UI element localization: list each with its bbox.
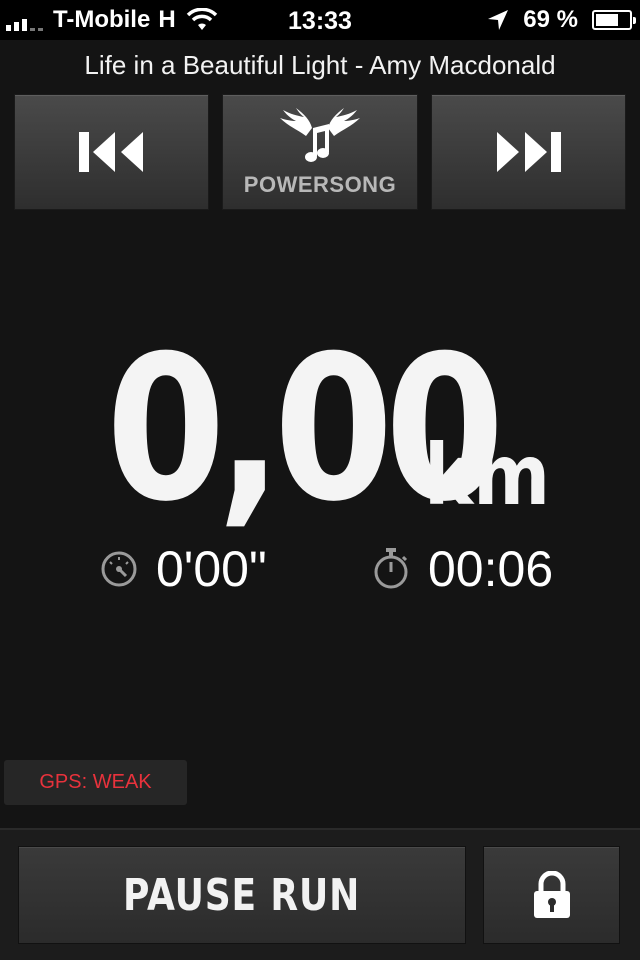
- duration-stat: 00:06: [372, 540, 553, 598]
- distance-unit: km: [424, 426, 551, 524]
- pace-stat: 0'00": [100, 540, 267, 598]
- stopwatch-icon: [374, 548, 408, 589]
- status-bar: T-Mobile H 13:33 69 %: [0, 0, 640, 40]
- status-right: 69 %: [487, 0, 636, 40]
- powersong-button[interactable]: POWERSONG: [222, 94, 418, 210]
- next-track-icon: [497, 132, 562, 172]
- pause-run-button[interactable]: PAUSE RUN: [18, 846, 466, 944]
- pause-run-label: PAUSE RUN: [123, 869, 361, 921]
- lock-screen-button[interactable]: [483, 846, 620, 944]
- location-arrow-icon: [488, 10, 509, 30]
- now-playing-title: Life in a Beautiful Light - Amy Macdonal…: [84, 50, 556, 80]
- previous-track-icon: [78, 132, 143, 172]
- music-controls: POWERSONG: [14, 94, 626, 210]
- distance-display: 0,00 km: [0, 330, 640, 530]
- next-track-button[interactable]: [430, 94, 626, 210]
- speedometer-icon: [101, 551, 137, 587]
- duration-value: 00:06: [428, 541, 554, 597]
- run-stats: 0'00" 00:06: [0, 540, 640, 600]
- previous-track-button[interactable]: [14, 94, 210, 210]
- powersong-label: POWERSONG: [243, 172, 397, 197]
- pace-value: 0'00": [156, 541, 267, 597]
- gps-status-badge: GPS: WEAK: [4, 760, 187, 805]
- battery-percent: 69 %: [523, 6, 578, 33]
- bottom-bar: PAUSE RUN: [0, 828, 640, 960]
- battery-icon: [592, 10, 636, 30]
- winged-music-note-icon: [279, 108, 360, 162]
- battery-level: [596, 14, 619, 26]
- gps-status-text: GPS: WEAK: [39, 771, 152, 793]
- lock-icon: [533, 871, 570, 918]
